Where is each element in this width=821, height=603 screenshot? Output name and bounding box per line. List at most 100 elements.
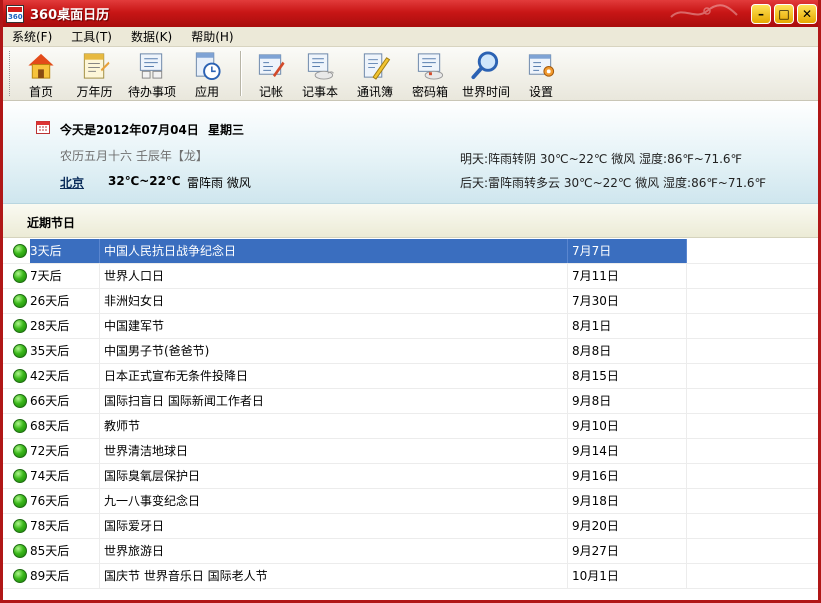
ledger-button[interactable]: 记帐	[249, 47, 293, 100]
holiday-name: 教师节	[100, 414, 568, 438]
holiday-date: 9月14日	[568, 439, 687, 463]
today-date: 今天是2012年07月04日	[60, 123, 199, 137]
settings-button[interactable]: 设置	[515, 47, 567, 100]
table-row[interactable]: 68天后 教师节 9月10日	[3, 414, 818, 439]
maximize-button[interactable]: □	[774, 4, 794, 24]
holiday-name: 国际爱牙日	[100, 514, 568, 538]
empty-cell	[687, 339, 818, 363]
menu-system[interactable]: 系统(F)	[3, 28, 62, 45]
holiday-name: 非洲妇女日	[100, 289, 568, 313]
table-row[interactable]: 66天后 国际扫盲日 国际新闻工作者日 9月8日	[3, 389, 818, 414]
today-panel: 今天是2012年07月04日 星期三 农历五月十六 壬辰年【龙】 北京 32℃~…	[3, 101, 818, 204]
apps-clock-icon	[195, 52, 221, 81]
holiday-name: 中国男子节(爸爸节)	[100, 339, 568, 363]
holiday-date: 10月1日	[568, 564, 687, 588]
table-row[interactable]: 7天后 世界人口日 7月11日	[3, 264, 818, 289]
todo-button[interactable]: 待办事项	[122, 47, 182, 100]
menu-data[interactable]: 数据(K)	[122, 28, 182, 45]
holiday-name: 世界人口日	[100, 264, 568, 288]
menu-help[interactable]: 帮助(H)	[182, 28, 243, 45]
table-row[interactable]: 26天后 非洲妇女日 7月30日	[3, 289, 818, 314]
empty-cell	[687, 564, 818, 588]
toolbar-grip	[9, 51, 13, 96]
holiday-name: 世界清洁地球日	[100, 439, 568, 463]
holiday-name: 中国建军节	[100, 314, 568, 338]
home-button[interactable]: 首页	[15, 47, 67, 100]
table-row[interactable]: 76天后 九一八事变纪念日 9月18日	[3, 489, 818, 514]
days-until-cell: 74天后	[3, 464, 100, 488]
days-until: 72天后	[30, 444, 70, 458]
minimize-button[interactable]: –	[751, 4, 771, 24]
today-weekday: 星期三	[208, 123, 245, 137]
days-until: 35天后	[30, 344, 70, 358]
status-dot-icon	[13, 444, 27, 458]
empty-cell	[687, 439, 818, 463]
days-until-cell: 78天后	[3, 514, 100, 538]
perpetual-calendar-button[interactable]: 万年历	[67, 47, 122, 100]
calendar-book-icon	[83, 53, 110, 79]
table-row[interactable]: 35天后 中国男子节(爸爸节) 8月8日	[3, 339, 818, 364]
holiday-date: 9月27日	[568, 539, 687, 563]
toolbar-separator	[240, 51, 241, 96]
table-row[interactable]: 42天后 日本正式宣布无条件投降日 8月15日	[3, 364, 818, 389]
day-after-forecast: 后天:雷阵雨转多云 30℃~22℃ 微风 湿度:86℉~71.6℉	[460, 176, 766, 190]
table-row[interactable]: 78天后 国际爱牙日 9月20日	[3, 514, 818, 539]
days-until: 3天后	[30, 244, 62, 258]
status-dot-icon	[13, 544, 27, 558]
table-row[interactable]: 74天后 国际臭氧层保护日 9月16日	[3, 464, 818, 489]
holiday-date: 7月30日	[568, 289, 687, 313]
holiday-date: 9月18日	[568, 489, 687, 513]
table-row[interactable]: 3天后 中国人民抗日战争纪念日 7月7日	[3, 239, 818, 264]
title-decoration-icon	[670, 4, 738, 18]
table-row[interactable]: 85天后 世界旅游日 9月27日	[3, 539, 818, 564]
empty-cell	[687, 239, 818, 263]
tomorrow-forecast: 明天:阵雨转阴 30℃~22℃ 微风 湿度:86℉~71.6℉	[460, 152, 742, 166]
ledger-label: 记帐	[258, 85, 283, 99]
title-bar[interactable]: 360桌面日历 – □ ✕	[3, 0, 818, 27]
menu-bar: 系统(F) 工具(T) 数据(K) 帮助(H)	[3, 27, 818, 47]
city-link[interactable]: 北京	[60, 174, 84, 191]
table-row[interactable]: 89天后 国庆节 世界音乐日 国际老人节 10月1日	[3, 564, 818, 589]
app-logo-icon	[6, 4, 24, 23]
world-time-button[interactable]: 世界时间	[457, 47, 515, 100]
days-until: 26天后	[30, 294, 70, 308]
todo-label: 待办事项	[127, 85, 176, 99]
days-until: 78天后	[30, 519, 70, 533]
days-until-cell: 89天后	[3, 564, 100, 588]
table-row[interactable]: 28天后 中国建军节 8月1日	[3, 314, 818, 339]
days-until: 89天后	[30, 569, 70, 583]
status-dot-icon	[13, 494, 27, 508]
table-row[interactable]: 72天后 世界清洁地球日 9月14日	[3, 439, 818, 464]
holiday-list: 3天后 中国人民抗日战争纪念日 7月7日 7天后 世界人口日 7月11日 26天后 非洲妇女日…	[3, 239, 818, 600]
holiday-date: 8月8日	[568, 339, 687, 363]
apps-label: 应用	[194, 85, 219, 99]
empty-cell	[687, 264, 818, 288]
notepad-icon	[307, 53, 334, 80]
close-button[interactable]: ✕	[797, 4, 817, 24]
status-dot-icon	[13, 294, 27, 308]
calendar-icon	[36, 121, 50, 134]
password-box-button[interactable]: 密码箱	[403, 47, 457, 100]
empty-cell	[687, 539, 818, 563]
days-until-cell: 76天后	[3, 489, 100, 513]
days-until: 85天后	[30, 544, 70, 558]
days-until-cell: 7天后	[3, 264, 100, 288]
world-time-label: 世界时间	[461, 85, 510, 99]
status-dot-icon	[13, 369, 27, 383]
lunar-date: 农历五月十六 壬辰年【龙】	[60, 149, 208, 163]
empty-cell	[687, 314, 818, 338]
menu-tools[interactable]: 工具(T)	[62, 28, 122, 45]
addressbook-button[interactable]: 通讯簿	[347, 47, 403, 100]
notepad-button[interactable]: 记事本	[293, 47, 347, 100]
magnifier-icon	[471, 51, 499, 80]
apps-button[interactable]: 应用	[182, 47, 232, 100]
holiday-name: 国际扫盲日 国际新闻工作者日	[100, 389, 568, 413]
password-box-icon	[417, 53, 444, 80]
settings-icon	[528, 54, 555, 77]
holiday-name: 九一八事变纪念日	[100, 489, 568, 513]
ledger-icon	[258, 54, 285, 78]
days-until-cell: 26天后	[3, 289, 100, 313]
days-until-cell: 42天后	[3, 364, 100, 388]
holiday-name: 国际臭氧层保护日	[100, 464, 568, 488]
days-until-cell: 3天后	[3, 239, 100, 263]
